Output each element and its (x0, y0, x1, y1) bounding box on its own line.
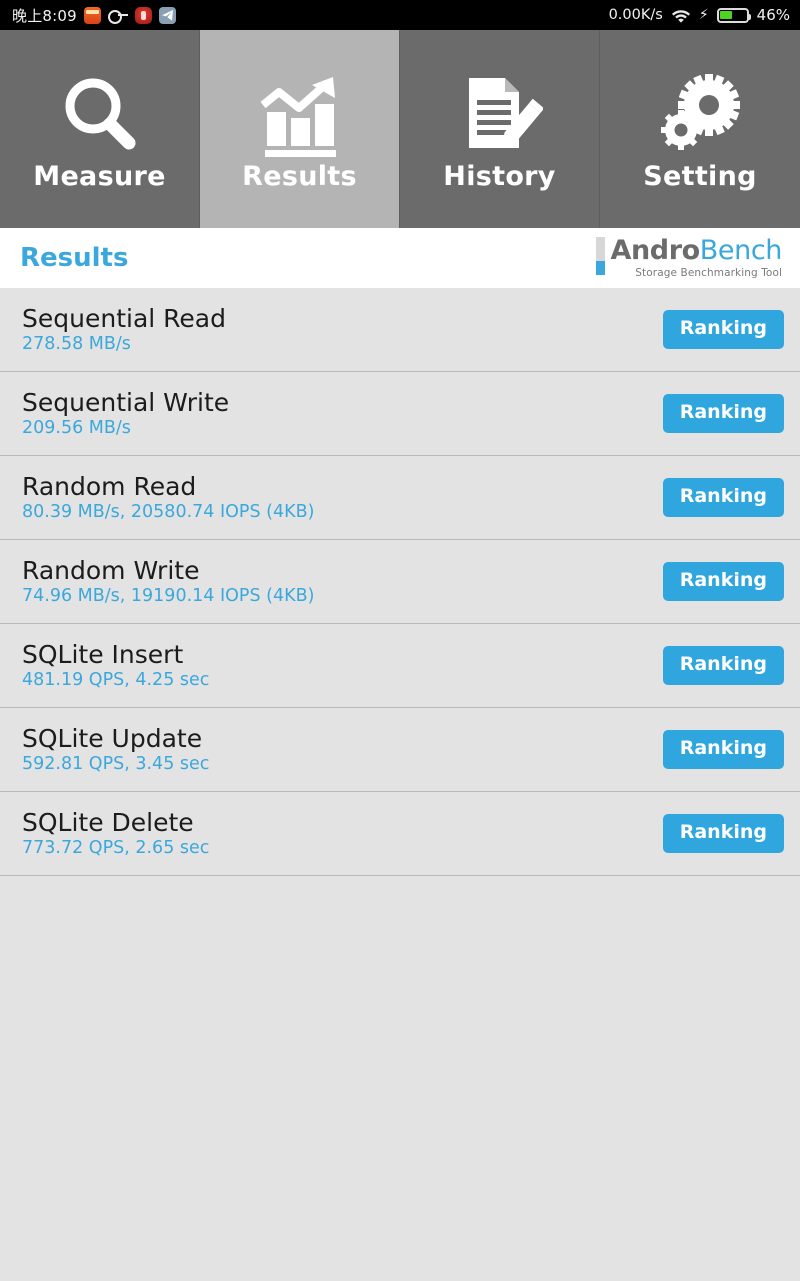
status-bar: 晚上8:09 0.00K/s ⚡ 46% (0, 0, 800, 30)
result-value: 278.58 MB/s (22, 333, 131, 354)
tab-measure-label: Measure (33, 160, 166, 192)
key-icon (107, 9, 128, 24)
result-row-sqlite-update[interactable]: SQLite Update 592.81 QPS, 3.45 sec Ranki… (0, 708, 800, 792)
result-row-sqlite-insert[interactable]: SQLite Insert 481.19 QPS, 4.25 sec Ranki… (0, 624, 800, 708)
document-pencil-icon (457, 69, 543, 161)
battery-percent: 46% (756, 6, 790, 24)
logo-bar-icon (596, 237, 606, 276)
status-bar-right: 0.00K/s ⚡ 46% (609, 6, 790, 24)
result-row-text: Random Write 74.96 MB/s, 19190.14 IOPS (… (22, 555, 315, 606)
tab-results-label: Results (242, 160, 357, 192)
battery-icon (716, 7, 751, 23)
logo-andro: Andro (610, 235, 700, 267)
logo-text: AndroBench Storage Benchmarking Tool (610, 237, 782, 279)
bar-chart-trend-icon (257, 69, 343, 161)
ranking-button-random-read[interactable]: Ranking (662, 478, 784, 517)
result-value: 592.81 QPS, 3.45 sec (22, 753, 210, 774)
result-value: 74.96 MB/s, 19190.14 IOPS (4KB) (22, 585, 315, 606)
tab-setting-label: Setting (643, 160, 757, 192)
result-title: SQLite Delete (22, 807, 194, 837)
result-title: Random Read (22, 471, 197, 501)
result-value: 481.19 QPS, 4.25 sec (22, 669, 210, 690)
ranking-button-sqlite-insert[interactable]: Ranking (662, 646, 784, 685)
androbench-logo: AndroBench Storage Benchmarking Tool (596, 237, 790, 279)
result-title: Random Write (22, 555, 200, 585)
result-row-random-write[interactable]: Random Write 74.96 MB/s, 19190.14 IOPS (… (0, 540, 800, 624)
charging-bolt-icon: ⚡ (698, 7, 709, 23)
tab-history[interactable]: History (400, 30, 600, 228)
result-row-sqlite-delete[interactable]: SQLite Delete 773.72 QPS, 2.65 sec Ranki… (0, 792, 800, 876)
result-row-text: Sequential Read 278.58 MB/s (22, 303, 226, 354)
tab-results[interactable]: Results (200, 30, 400, 228)
ranking-button-sequential-write[interactable]: Ranking (662, 394, 784, 433)
page-header: Results AndroBench Storage Benchmarking … (0, 228, 800, 288)
ranking-button-sequential-read[interactable]: Ranking (662, 310, 784, 349)
app-orange-icon (83, 6, 101, 24)
result-title: SQLite Update (22, 723, 203, 753)
network-speed: 0.00K/s (608, 7, 663, 23)
logo-name: AndroBench (610, 237, 782, 265)
tab-setting[interactable]: Setting (600, 30, 800, 228)
ranking-button-sqlite-update[interactable]: Ranking (662, 730, 784, 769)
ranking-button-random-write[interactable]: Ranking (662, 562, 784, 601)
result-row-text: SQLite Insert 481.19 QPS, 4.25 sec (22, 639, 210, 690)
result-row-text: Sequential Write 209.56 MB/s (22, 387, 230, 438)
page-title: Results (20, 243, 129, 273)
telegram-plane-icon (158, 6, 176, 24)
app-screen: 晚上8:09 0.00K/s ⚡ 46% Measure Results His… (0, 0, 800, 1281)
result-row-random-read[interactable]: Random Read 80.39 MB/s, 20580.74 IOPS (4… (0, 456, 800, 540)
battery-fill (720, 11, 732, 19)
gears-icon (657, 69, 743, 161)
ranking-button-sqlite-delete[interactable]: Ranking (662, 814, 784, 853)
result-value: 80.39 MB/s, 20580.74 IOPS (4KB) (22, 501, 315, 522)
result-row-text: Random Read 80.39 MB/s, 20580.74 IOPS (4… (22, 471, 315, 522)
main-tab-bar: Measure Results History Setting (0, 30, 800, 228)
result-row-sequential-write[interactable]: Sequential Write 209.56 MB/s Ranking (0, 372, 800, 456)
logo-bench: Bench (699, 235, 783, 267)
status-clock: 晚上8:09 (12, 6, 77, 25)
result-row-text: SQLite Delete 773.72 QPS, 2.65 sec (22, 807, 210, 858)
results-list: Sequential Read 278.58 MB/s Ranking Sequ… (0, 288, 800, 876)
result-title: Sequential Read (22, 303, 226, 333)
status-bar-left: 晚上8:09 (12, 5, 176, 26)
logo-tagline: Storage Benchmarking Tool (635, 266, 782, 279)
result-row-text: SQLite Update 592.81 QPS, 3.45 sec (22, 723, 210, 774)
tab-history-label: History (443, 160, 556, 192)
result-title: Sequential Write (22, 387, 230, 417)
result-title: SQLite Insert (22, 639, 184, 669)
wifi-icon (671, 7, 691, 23)
result-row-sequential-read[interactable]: Sequential Read 278.58 MB/s Ranking (0, 288, 800, 372)
magnifier-icon (57, 69, 143, 161)
tab-measure[interactable]: Measure (0, 30, 200, 228)
result-value: 209.56 MB/s (22, 417, 131, 438)
result-value: 773.72 QPS, 2.65 sec (22, 837, 210, 858)
app-red-icon (134, 6, 152, 24)
